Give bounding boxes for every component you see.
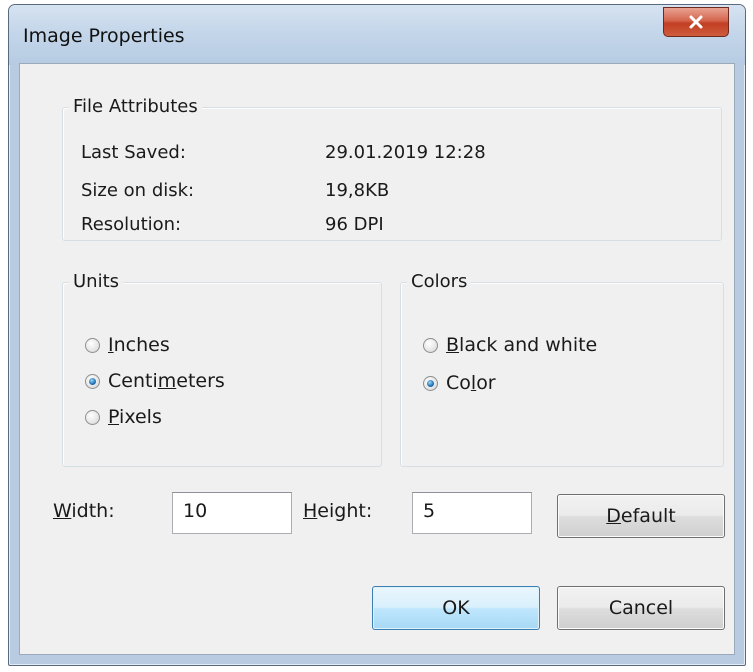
file-attributes-group: File Attributes Last Saved: 29.01.2019 1… — [62, 94, 722, 241]
radio-pixels[interactable]: Pixels — [85, 404, 162, 430]
radio-black-and-white-indicator[interactable] — [423, 337, 438, 353]
radio-inches[interactable]: Inches — [85, 332, 170, 358]
file-attributes-title: File Attributes — [69, 94, 202, 120]
resolution-value: 96 DPI — [325, 214, 384, 235]
colors-group: Colors Black and white Color — [400, 269, 724, 467]
radio-inches-label: Inches — [108, 334, 170, 356]
last-saved-label: Last Saved: — [81, 142, 186, 163]
close-icon — [688, 14, 704, 30]
radio-inches-indicator[interactable] — [85, 337, 100, 353]
radio-centimeters-indicator[interactable] — [85, 373, 100, 389]
radio-color[interactable]: Color — [423, 370, 496, 396]
size-on-disk-value: 19,8KB — [325, 180, 390, 201]
radio-black-and-white[interactable]: Black and white — [423, 332, 597, 358]
radio-centimeters-label: Centimeters — [108, 370, 225, 392]
radio-pixels-indicator[interactable] — [85, 409, 100, 425]
height-label: Height: — [303, 500, 373, 522]
radio-color-indicator[interactable] — [423, 375, 438, 391]
colors-title: Colors — [407, 269, 472, 295]
radio-black-and-white-label: Black and white — [446, 334, 598, 356]
default-button[interactable]: Default — [557, 494, 725, 538]
radio-centimeters[interactable]: Centimeters — [85, 368, 225, 394]
window-title: Image Properties — [23, 25, 185, 47]
last-saved-value: 29.01.2019 12:28 — [325, 142, 486, 163]
ok-button[interactable]: OK — [372, 586, 540, 630]
cancel-button[interactable]: Cancel — [557, 586, 725, 630]
units-title: Units — [69, 269, 124, 295]
width-label: Width: — [53, 500, 115, 522]
dialog-body: File Attributes Last Saved: 29.01.2019 1… — [19, 63, 735, 655]
default-button-label: Default — [606, 505, 676, 527]
size-on-disk-label: Size on disk: — [81, 180, 195, 201]
resolution-label: Resolution: — [81, 214, 182, 235]
height-input[interactable]: 5 — [412, 492, 532, 534]
width-input[interactable]: 10 — [172, 492, 292, 534]
radio-pixels-label: Pixels — [108, 406, 162, 428]
image-properties-dialog: Image Properties File Attributes Last Sa… — [8, 4, 746, 666]
radio-color-label: Color — [446, 372, 496, 394]
units-group: Units Inches Centimeters Pixels — [62, 269, 382, 467]
close-button[interactable] — [663, 7, 729, 37]
title-bar[interactable]: Image Properties — [9, 5, 745, 65]
